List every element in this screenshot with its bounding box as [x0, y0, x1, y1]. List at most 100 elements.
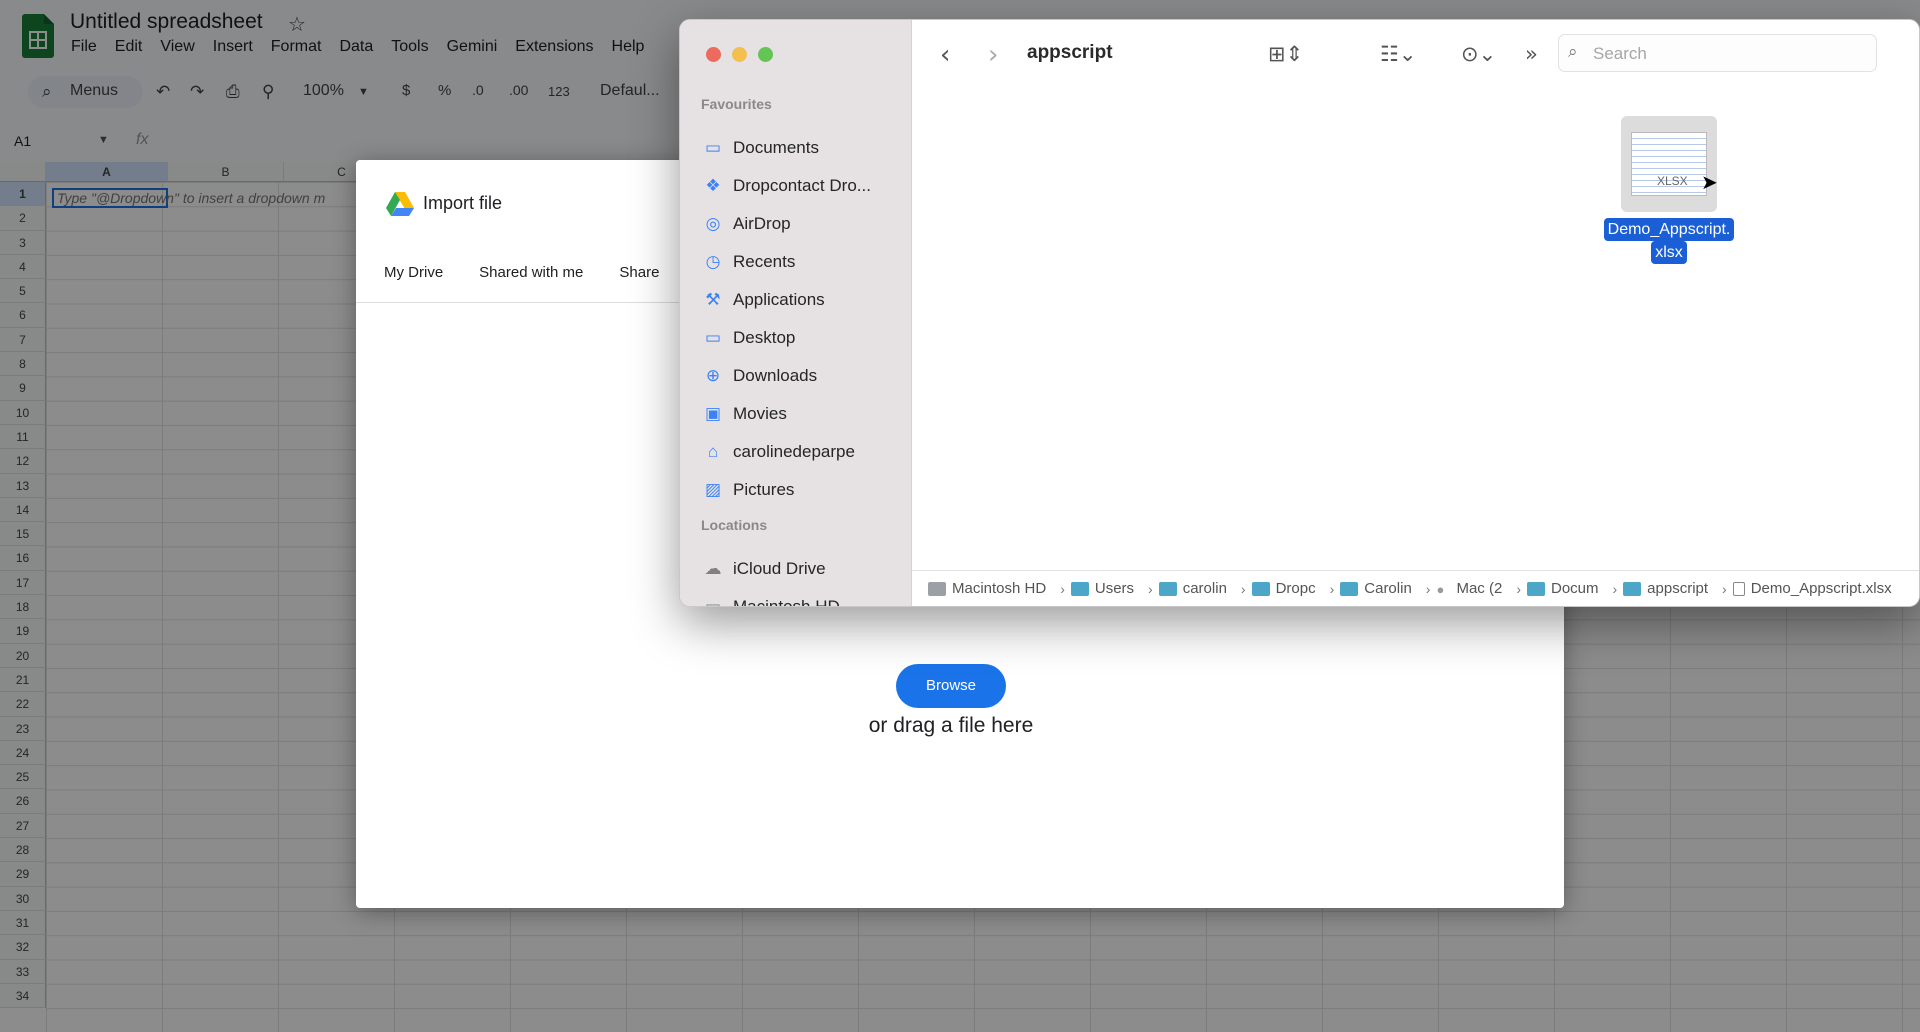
file-name-line-2: xlsx: [1651, 241, 1687, 264]
path-bar: Macintosh HD › Users › carolin › Dropc › Car…: [912, 570, 1919, 606]
mouse-pointer-icon: ➤: [1701, 170, 1718, 194]
forward-arrow-icon[interactable]: ›: [988, 40, 998, 70]
toolbar-overflow-icon[interactable]: »: [1525, 42, 1538, 66]
applications-icon: ⚒: [705, 290, 721, 309]
sidebar-item-label: carolinedeparpe: [733, 442, 855, 461]
disk-icon: [928, 581, 946, 596]
path-crumb-label: carolin: [1182, 580, 1227, 597]
path-crumb[interactable]: Users: [1070, 580, 1135, 597]
minimize-window-button[interactable]: [732, 47, 747, 62]
file-type-tag: XLSX: [1657, 174, 1688, 188]
folder-icon: ▭: [704, 138, 722, 157]
path-crumb[interactable]: Carolin: [1340, 580, 1412, 597]
sidebar-item-applications[interactable]: ⚒ Applications: [702, 286, 825, 314]
folder-icon: [1070, 581, 1089, 596]
group-by-icon[interactable]: ☷⌄: [1380, 42, 1416, 66]
sidebar-item-label: AirDrop: [733, 214, 791, 233]
path-crumb[interactable]: Dropc: [1251, 580, 1316, 597]
zoom-window-button[interactable]: [758, 47, 773, 62]
apple-icon: ●: [1436, 581, 1445, 597]
film-icon: ▣: [704, 404, 722, 423]
folder-icon: [1526, 581, 1545, 596]
sidebar-item-downloads[interactable]: ⊕ Downloads: [702, 362, 817, 390]
dialog-title: Import file: [423, 193, 503, 213]
chevron-right-icon: ›: [1329, 580, 1335, 597]
path-crumb[interactable]: carolin: [1158, 580, 1227, 597]
path-crumb-label: Users: [1094, 580, 1135, 597]
path-crumb-label: Carolin: [1364, 580, 1412, 597]
sidebar-item-pictures[interactable]: ▨ Pictures: [702, 476, 794, 504]
chevron-right-icon: ›: [1516, 580, 1521, 597]
sidebar-item-documents[interactable]: ▭ Documents: [702, 134, 819, 162]
sidebar-item-recents[interactable]: ◷ Recents: [702, 248, 796, 276]
path-crumb[interactable]: Demo_Appscript.xlsx: [1732, 580, 1892, 597]
chevron-right-icon: ›: [1612, 580, 1618, 597]
chevron-right-icon: ›: [1240, 580, 1246, 597]
sidebar-item-dropbox[interactable]: ❖ Dropcontact Dro...: [702, 172, 871, 200]
sidebar-item-label: Desktop: [733, 328, 796, 347]
browse-button[interactable]: Browse: [896, 664, 1006, 708]
tab-my-drive[interactable]: My Drive: [384, 264, 443, 281]
import-tabs: My Drive Shared with me Share: [384, 264, 695, 281]
search-field[interactable]: ⌕: [1558, 34, 1877, 72]
clock-icon: ◷: [705, 252, 721, 271]
desktop-icon: ▭: [704, 328, 722, 347]
more-actions-icon[interactable]: ⊙⌄: [1461, 42, 1496, 66]
path-crumb-label: appscript: [1647, 580, 1709, 597]
file-thumbnail: XLSX: [1621, 116, 1717, 212]
folder-icon: [1623, 581, 1642, 596]
current-folder-title: appscript: [1027, 42, 1113, 63]
tab-shared-drives[interactable]: Share: [619, 264, 659, 281]
sidebar-item-movies[interactable]: ▣ Movies: [702, 400, 787, 428]
sidebar-item-label: Documents: [733, 138, 819, 157]
path-crumb-label: Mac (2: [1456, 580, 1503, 597]
path-crumb-label: Docum: [1550, 580, 1599, 597]
folder-icon: [1251, 581, 1270, 596]
sidebar-item-airdrop[interactable]: ◎ AirDrop: [702, 210, 791, 238]
home-icon: ⌂: [707, 442, 719, 461]
icon-view-toggle-icon[interactable]: ⊞⇕: [1268, 42, 1303, 66]
pictures-icon: ▨: [704, 480, 722, 499]
download-icon: ⊕: [705, 366, 721, 385]
path-crumb[interactable]: Macintosh HD: [928, 580, 1046, 597]
close-window-button[interactable]: [706, 47, 721, 62]
folder-icon: [1158, 581, 1177, 596]
path-crumb[interactable]: appscript: [1623, 580, 1708, 597]
sidebar-item-label: Pictures: [733, 480, 795, 499]
path-crumb-label: Demo_Appscript.xlsx: [1750, 580, 1892, 597]
favourites-heading: Favourites: [701, 96, 772, 112]
path-crumb[interactable]: ● Mac (2: [1436, 580, 1502, 597]
folder-icon: [1340, 581, 1359, 596]
sidebar-item-icloud-drive[interactable]: ☁ iCloud Drive: [702, 555, 826, 583]
sidebar-item-home[interactable]: ⌂ carolinedeparpe: [702, 438, 855, 466]
sidebar-item-macintosh-hd[interactable]: ▭ Macintosh HD: [702, 593, 840, 607]
chevron-right-icon: ›: [1425, 580, 1431, 597]
dropbox-icon: ❖: [705, 176, 721, 195]
chevron-right-icon: ›: [1148, 580, 1153, 597]
google-drive-icon: [386, 192, 414, 216]
finder-open-dialog: Favourites ▭ Documents ❖ Dropcontact Dro..…: [679, 19, 1920, 607]
path-crumb[interactable]: Docum: [1526, 580, 1599, 597]
sidebar-item-label: iCloud Drive: [733, 559, 826, 578]
sidebar-item-label: Movies: [733, 404, 787, 423]
search-input[interactable]: [1593, 41, 1863, 67]
back-arrow-icon[interactable]: ‹: [940, 40, 950, 70]
cloud-icon: ☁: [704, 559, 722, 578]
sidebar-item-label: Dropcontact Dro...: [733, 176, 871, 195]
path-crumb-label: Dropc: [1275, 580, 1316, 597]
disk-icon: ▭: [704, 597, 722, 607]
file-name-line-1: Demo_Appscript.: [1603, 218, 1735, 241]
chevron-right-icon: ›: [1060, 580, 1065, 597]
sidebar-item-desktop[interactable]: ▭ Desktop: [702, 324, 795, 352]
path-crumb-label: Macintosh HD: [952, 580, 1047, 597]
drag-drop-text: or drag a file here: [868, 714, 1034, 737]
finder-sidebar: Favourites ▭ Documents ❖ Dropcontact Dro..…: [680, 20, 912, 606]
airdrop-icon: ◎: [705, 214, 721, 233]
search-icon: ⌕: [1568, 42, 1578, 62]
sidebar-item-label: Downloads: [733, 366, 818, 385]
sidebar-item-label: Applications: [733, 290, 825, 309]
tab-shared-with-me[interactable]: Shared with me: [479, 264, 583, 281]
file-icon: [1732, 581, 1745, 596]
sidebar-item-label: Recents: [733, 252, 796, 271]
chevron-right-icon: ›: [1722, 580, 1727, 597]
